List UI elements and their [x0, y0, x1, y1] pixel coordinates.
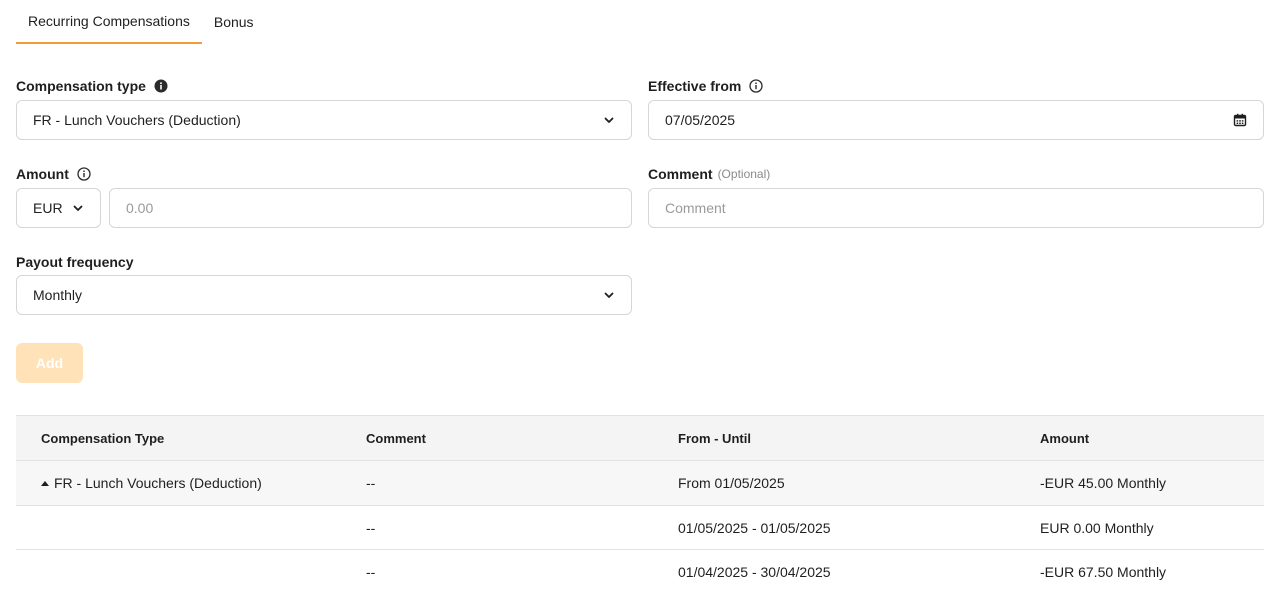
payout-frequency-label-text: Payout frequency — [16, 254, 134, 270]
row-amount: EUR 0.00 Monthly — [1040, 519, 1154, 536]
payout-frequency-select[interactable]: Monthly — [16, 275, 632, 315]
currency-value: EUR — [33, 200, 63, 216]
row-type-cell: FR - Lunch Vouchers (Deduction) — [41, 475, 262, 491]
effective-from-value: 07/05/2025 — [665, 112, 736, 128]
effective-from-label: Effective from — [648, 78, 764, 94]
amount-placeholder: 0.00 — [126, 200, 154, 216]
header-comment: Comment — [366, 430, 426, 446]
row-comment: -- — [366, 475, 376, 491]
payout-frequency-value: Monthly — [33, 287, 83, 303]
header-amount: Amount — [1040, 430, 1090, 446]
row-comment: -- — [366, 564, 376, 580]
chevron-down-icon — [604, 292, 614, 298]
row-type-text: FR - Lunch Vouchers (Deduction) — [54, 475, 262, 491]
table-header: Compensation Type Comment From - Until A… — [16, 415, 1264, 461]
header-from-until: From - Until — [678, 430, 751, 446]
add-button[interactable]: Add — [16, 343, 83, 383]
compensation-type-select[interactable]: FR - Lunch Vouchers (Deduction) — [16, 100, 632, 140]
chevron-down-icon — [73, 205, 83, 211]
compensation-type-value: FR - Lunch Vouchers (Deduction) — [33, 112, 241, 128]
caret-up-icon[interactable] — [41, 481, 49, 486]
table-row[interactable]: FR - Lunch Vouchers (Deduction) -- From … — [16, 461, 1264, 506]
tab-recurring-compensations[interactable]: Recurring Compensations — [16, 0, 202, 44]
table-row: -- 01/04/2025 - 30/04/2025 -EUR 67.50 Mo… — [16, 550, 1264, 594]
header-compensation-type: Compensation Type — [41, 430, 165, 446]
row-period: From 01/05/2025 — [678, 475, 785, 491]
comment-input[interactable]: Comment — [648, 188, 1264, 228]
compensation-type-label-text: Compensation type — [16, 78, 146, 94]
amount-input[interactable]: 0.00 — [109, 188, 632, 228]
comment-label: Comment (Optional) — [648, 166, 770, 182]
payout-frequency-label: Payout frequency — [16, 254, 133, 270]
table-row: -- 01/05/2025 - 01/05/2025 EUR 0.00 Mont… — [16, 506, 1264, 550]
info-filled-icon[interactable] — [154, 79, 168, 93]
row-period: 01/05/2025 - 01/05/2025 — [678, 519, 831, 536]
amount-label-text: Amount — [16, 166, 69, 182]
tab-bonus[interactable]: Bonus — [202, 0, 266, 44]
chevron-down-icon — [604, 117, 614, 123]
optional-hint: (Optional) — [717, 167, 771, 181]
compensation-table: Compensation Type Comment From - Until A… — [16, 415, 1264, 594]
compensation-type-label: Compensation type — [16, 78, 168, 94]
currency-select[interactable]: EUR — [16, 188, 101, 228]
comment-label-text: Comment — [648, 166, 713, 182]
tab-bar: Recurring Compensations Bonus — [16, 0, 266, 44]
row-period: 01/04/2025 - 30/04/2025 — [678, 564, 831, 580]
calendar-icon[interactable] — [1233, 113, 1247, 127]
effective-from-date-input[interactable]: 07/05/2025 — [648, 100, 1264, 140]
effective-from-label-text: Effective from — [648, 78, 742, 94]
info-outline-icon[interactable] — [749, 79, 764, 93]
comment-placeholder: Comment — [665, 200, 726, 216]
row-amount: -EUR 45.00 Monthly — [1040, 475, 1167, 491]
amount-label: Amount — [16, 166, 91, 182]
row-comment: -- — [366, 519, 376, 536]
info-outline-icon[interactable] — [77, 167, 91, 181]
row-amount: -EUR 67.50 Monthly — [1040, 564, 1167, 580]
